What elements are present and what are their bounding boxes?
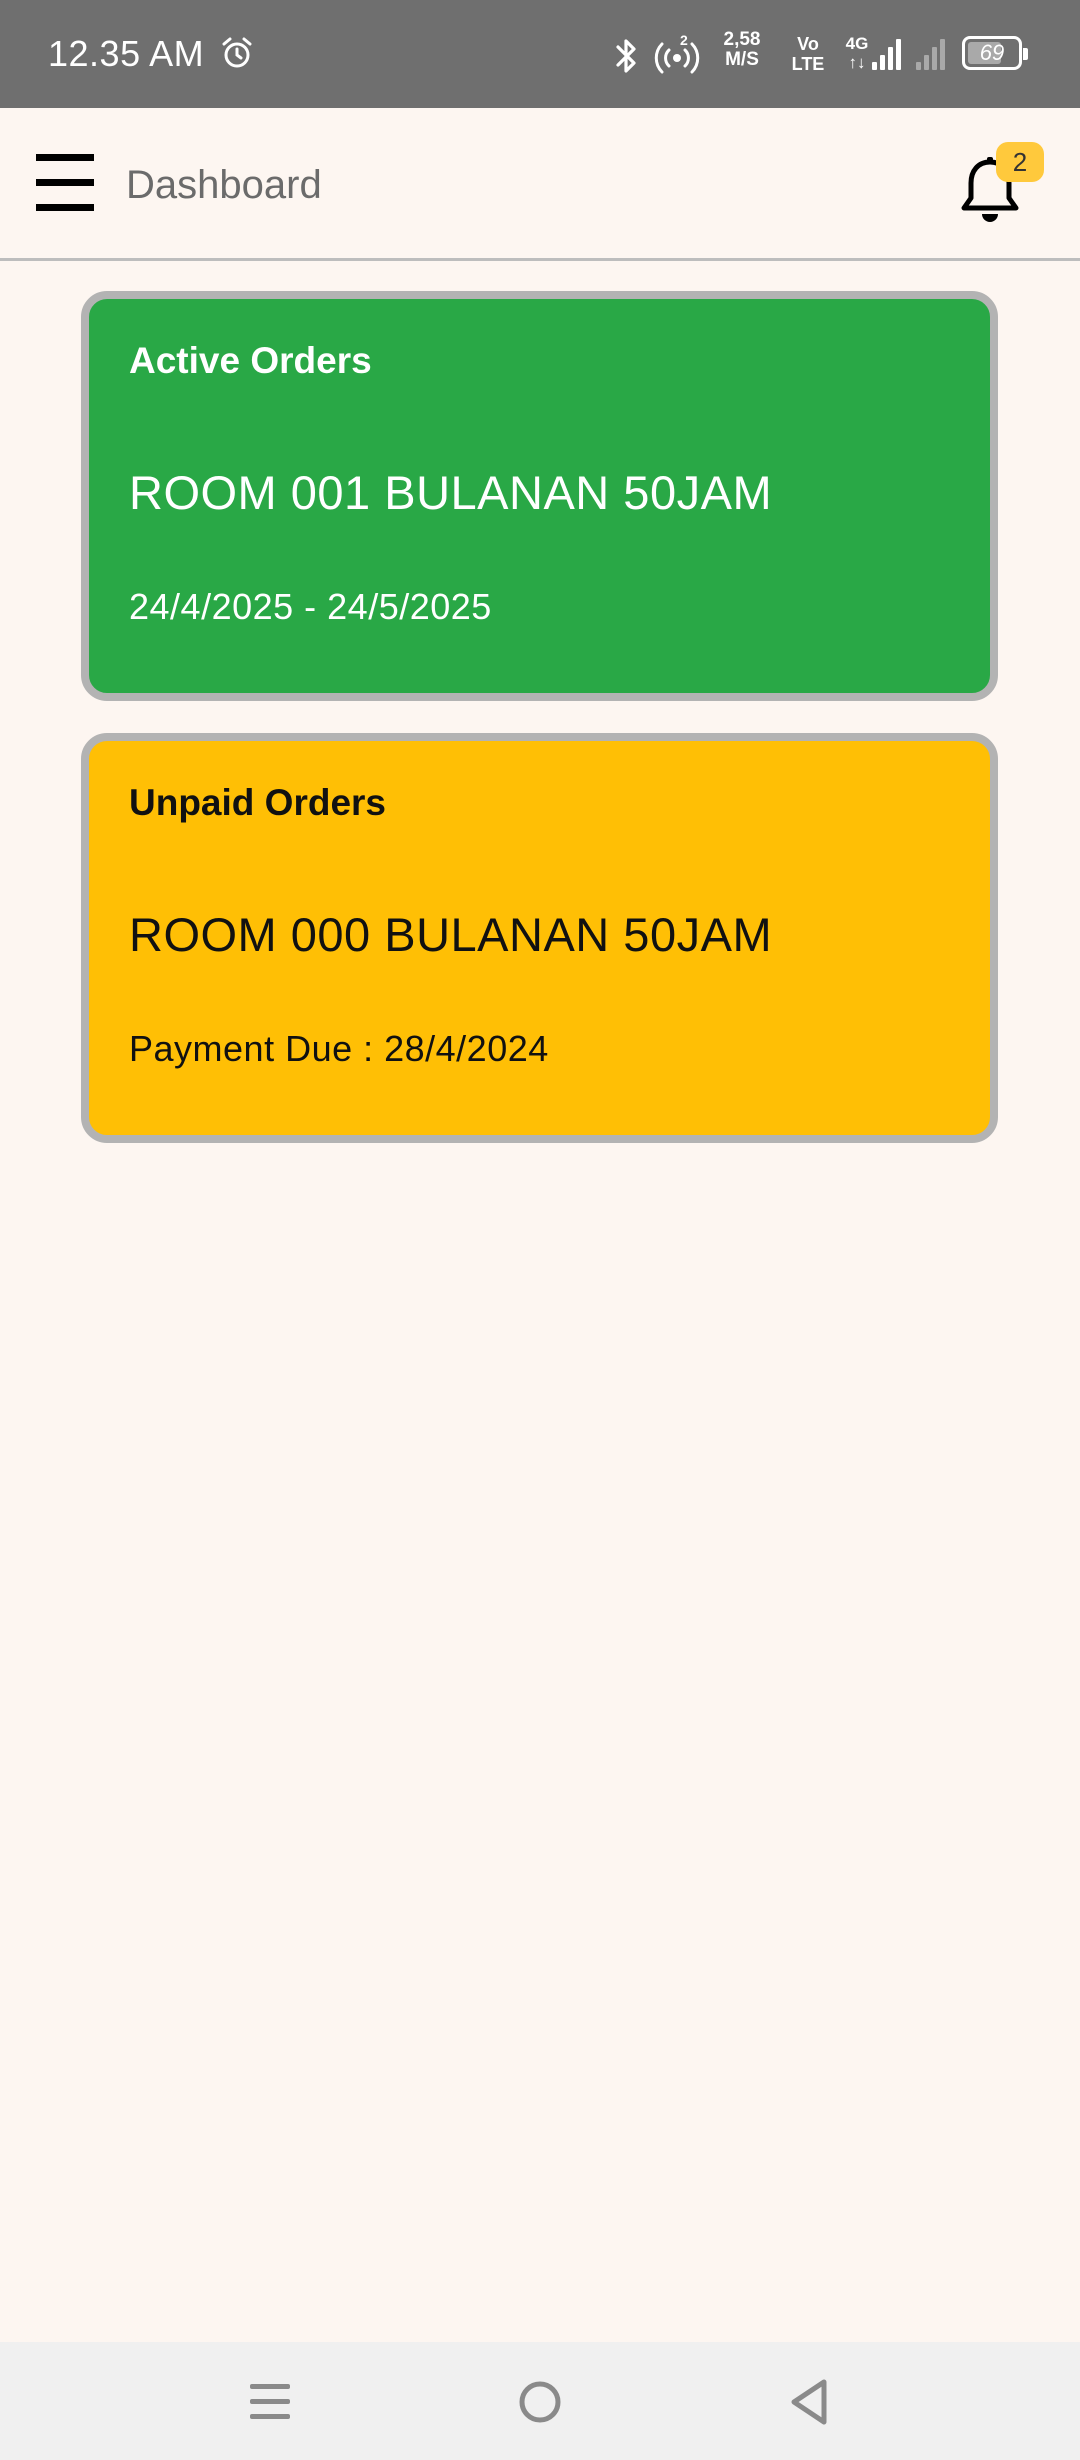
system-navigation-bar <box>0 2342 1080 2460</box>
unpaid-order-room: ROOM 000 BULANAN 50JAM <box>129 908 773 961</box>
volte-indicator: Vo LTE <box>786 34 830 74</box>
active-orders-card[interactable]: Active Orders ROOM 001 BULANAN 50JAM 24/… <box>81 291 998 701</box>
unpaid-order-due-date: Payment Due : 28/4/2024 <box>129 1028 549 1069</box>
notifications-button[interactable]: 2 <box>954 142 1044 230</box>
status-icons: 2 2,58 M/S Vo LTE 4G ↑↓ 69 <box>612 24 1032 84</box>
battery-level: 69 <box>979 40 1005 65</box>
network-type: 4G ↑↓ <box>844 34 870 72</box>
hamburger-menu-icon[interactable] <box>34 152 96 214</box>
home-icon[interactable] <box>510 2372 570 2432</box>
hotspot-count: 2 <box>680 32 688 48</box>
network-speed-value: 2,58 <box>723 29 761 50</box>
page-title: Dashboard <box>126 163 322 207</box>
app-bar: Dashboard 2 <box>0 108 1080 261</box>
signal-strength-sim2-icon <box>916 39 945 70</box>
network-arrows: ↑↓ <box>848 53 866 72</box>
network-speed-unit: M/S <box>725 49 759 70</box>
battery-icon: 69 <box>962 36 1028 70</box>
alarm-icon <box>222 37 252 68</box>
bluetooth-icon <box>616 39 636 73</box>
notification-badge: 2 <box>996 142 1044 182</box>
status-bar: 12.35 AM 2 2,58 M/S Vo LTE 4G ↑↓ 69 <box>0 0 1080 108</box>
back-icon[interactable] <box>780 2372 840 2432</box>
hotspot-icon: 2 <box>652 32 702 74</box>
active-order-room: ROOM 001 BULANAN 50JAM <box>129 466 773 519</box>
network-speed: 2,58 M/S <box>714 30 770 70</box>
volte-bottom-label: LTE <box>791 54 825 74</box>
volte-top-label: Vo <box>797 34 819 54</box>
active-order-period: 24/4/2025 - 24/5/2025 <box>129 586 492 627</box>
active-orders-heading: Active Orders <box>129 340 372 381</box>
unpaid-orders-card[interactable]: Unpaid Orders ROOM 000 BULANAN 50JAM Pay… <box>81 733 998 1143</box>
unpaid-orders-heading: Unpaid Orders <box>129 782 386 823</box>
status-time: 12.35 AM <box>48 33 205 74</box>
signal-strength-sim1-icon <box>872 39 901 70</box>
network-type-label: 4G <box>845 34 869 53</box>
recents-icon[interactable] <box>240 2372 300 2432</box>
